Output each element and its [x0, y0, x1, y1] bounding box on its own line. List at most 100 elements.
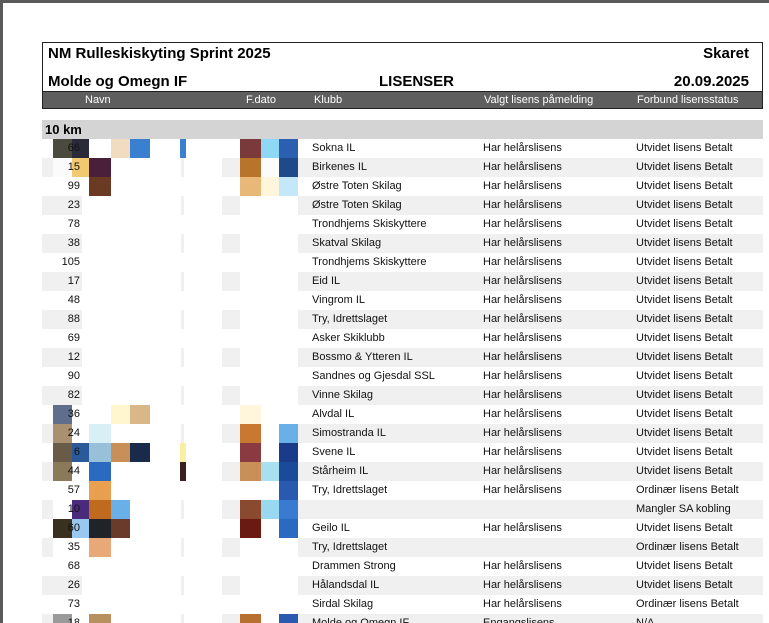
license-status: Utvidet lisens Betalt: [636, 522, 733, 534]
redacted-name-block: [184, 367, 222, 386]
redacted-name-pixel: [130, 424, 150, 443]
selected-license: Har helårslisens: [483, 389, 562, 401]
selected-license: Har helårslisens: [483, 351, 562, 363]
bib-number: 44: [67, 465, 80, 477]
column-header-valgt-lisens: Valgt lisens påmelding: [484, 94, 594, 106]
bib-number: 88: [67, 313, 80, 325]
license-status: Utvidet lisens Betalt: [636, 294, 733, 306]
redacted-name-pixel: [111, 500, 130, 519]
redacted-name-pixel: [89, 519, 111, 538]
table-row: 15 Birkenes IL Har helårslisens Utvidet lis…: [42, 158, 763, 177]
redacted-name-pixel: [130, 405, 150, 424]
redacted-name-block: [184, 424, 222, 443]
bib-number: 17: [67, 275, 80, 287]
redacted-date-block: [240, 310, 298, 329]
bib-number: 60: [67, 522, 80, 534]
redacted-name-pixel: [53, 443, 72, 462]
redacted-date-pixel: [279, 158, 298, 177]
redacted-name-pixel: [89, 177, 111, 196]
club-name: Asker Skiklubb: [312, 332, 385, 344]
redacted-date-pixel: [279, 177, 298, 196]
license-status: Mangler SA kobling: [636, 503, 731, 515]
license-status: Utvidet lisens Betalt: [636, 560, 733, 572]
redacted-name-pixel: [130, 614, 150, 623]
license-status: Utvidet lisens Betalt: [636, 427, 733, 439]
section-header-10km: 10 km: [42, 120, 763, 139]
selected-license: Har helårslisens: [483, 370, 562, 382]
bib-number: 78: [67, 218, 80, 230]
license-status: Ordinær lisens Betalt: [636, 541, 739, 553]
club-name: Birkenes IL: [312, 161, 368, 173]
redacted-date-pixel: [279, 443, 298, 462]
club-name: Østre Toten Skilag: [312, 199, 402, 211]
club-name: Vingrom IL: [312, 294, 365, 306]
license-status: Utvidet lisens Betalt: [636, 408, 733, 420]
selected-license: Har helårslisens: [483, 199, 562, 211]
selected-license: Har helårslisens: [483, 294, 562, 306]
redacted-name-block: [184, 272, 222, 291]
club-name: Drammen Strong: [312, 560, 396, 572]
table-row: 60 Geilo IL Har helårslisens Utvidet lisens…: [42, 519, 763, 538]
column-header-forbund-status: Forbund lisensstatus: [637, 94, 739, 106]
redacted-name-block: [184, 215, 222, 234]
redacted-name-block: [82, 367, 181, 386]
selected-license: Har helårslisens: [483, 408, 562, 420]
redacted-name-pixel: [130, 158, 150, 177]
club-name: Skatval Skilag: [312, 237, 382, 249]
redacted-date-block: [240, 329, 298, 348]
redacted-date-pixel: [279, 139, 298, 158]
redacted-name-block: [82, 576, 181, 595]
club-name: Sandnes og Gjesdal SSL: [312, 370, 435, 382]
redacted-date-block: [240, 348, 298, 367]
redacted-name-block: [82, 348, 181, 367]
redacted-date-pixel: [261, 139, 279, 158]
redacted-name-block: [184, 234, 222, 253]
table-row: 44 Stårheim IL Har helårslisens Utvidet lis…: [42, 462, 763, 481]
redacted-date-pixel: [240, 519, 261, 538]
redacted-name-block: [184, 158, 222, 177]
redacted-date-pixel: [261, 158, 279, 177]
redacted-name-pixel: [89, 538, 111, 557]
redacted-name-pixel: [180, 462, 186, 481]
selected-license: Har helårslisens: [483, 142, 562, 154]
bib-number: 99: [67, 180, 80, 192]
club-name: Molde og Omegn IF: [312, 617, 410, 623]
selected-license: Engangslisens: [483, 617, 555, 623]
bib-number: 36: [67, 408, 80, 420]
selected-license: Har helårslisens: [483, 465, 562, 477]
event-title: NM Rulleskiskyting Sprint 2025: [48, 45, 271, 62]
bib-number: 10: [67, 503, 80, 515]
club-name: Sokna IL: [312, 142, 356, 154]
license-status: Utvidet lisens Betalt: [636, 142, 733, 154]
redacted-date-pixel: [261, 405, 279, 424]
redacted-date-block: [240, 367, 298, 386]
bib-number: 105: [61, 256, 80, 268]
club-name: Østre Toten Skilag: [312, 180, 402, 192]
selected-license: Har helårslisens: [483, 313, 562, 325]
table-row: 35 Try, Idrettslaget Ordinær lisens Betalt: [42, 538, 763, 557]
redacted-name-block: [82, 310, 181, 329]
bib-number: 90: [67, 370, 80, 382]
license-status: Utvidet lisens Betalt: [636, 161, 733, 173]
redacted-name-pixel: [130, 538, 150, 557]
bib-number: 15: [67, 161, 80, 173]
redacted-name-block: [82, 291, 181, 310]
redacted-name-pixel: [89, 500, 111, 519]
redacted-date-pixel: [240, 481, 261, 500]
bib-number: 57: [67, 484, 80, 496]
license-status: Utvidet lisens Betalt: [636, 446, 733, 458]
redacted-date-pixel: [261, 443, 279, 462]
table-row: 24 Simostranda IL Har helårslisens Utvidet …: [42, 424, 763, 443]
table-row: 99 Østre Toten Skilag Har helårslisens Utvi…: [42, 177, 763, 196]
bib-number: 82: [67, 389, 80, 401]
club-name: Hålandsdal IL: [312, 579, 380, 591]
license-status: Utvidet lisens Betalt: [636, 218, 733, 230]
redacted-name-pixel: [130, 443, 150, 462]
redacted-date-block: [240, 386, 298, 405]
redacted-date-block: [240, 576, 298, 595]
redacted-name-block: [184, 462, 222, 481]
selected-license: Har helårslisens: [483, 560, 562, 572]
redacted-date-pixel: [261, 177, 279, 196]
club-name: Try, Idrettslaget: [312, 541, 388, 553]
bib-number: 66: [67, 142, 80, 154]
